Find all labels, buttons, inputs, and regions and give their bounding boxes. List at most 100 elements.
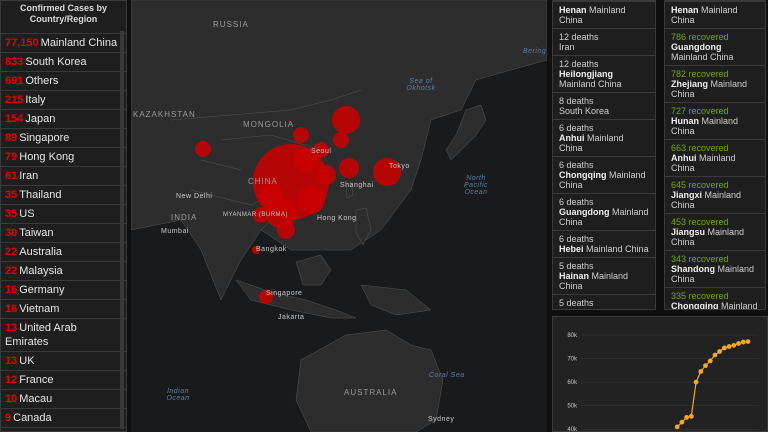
case-count: 22 (5, 265, 18, 277)
recovered-row[interactable]: 782 recovered Zhejiang Mainland China (665, 65, 765, 102)
province-name: Henan (671, 5, 699, 15)
recovered-row[interactable]: Henan Mainland China (665, 1, 765, 28)
label-seoul: Seoul (311, 148, 332, 155)
case-bubble (293, 127, 309, 143)
recovered-row[interactable]: 453 recovered Jiangsu Mainland China (665, 213, 765, 250)
label-bering: Bering (523, 48, 547, 55)
death-row[interactable]: 6 deaths Anhui Mainland China (553, 119, 655, 156)
death-location: Anhui Mainland China (559, 133, 649, 153)
death-row[interactable]: 5 deathsShandong Mainland China (553, 294, 655, 309)
country-row[interactable]: 22 Australia (1, 242, 126, 261)
data-point[interactable] (721, 345, 727, 351)
country-row[interactable]: 9 Canada (1, 408, 126, 427)
recovered-count: 645 recovered (671, 180, 729, 190)
recovered-row[interactable]: 645 recovered Jiangxi Mainland China (665, 176, 765, 213)
world-map[interactable]: RUSSIA MONGOLIA KAZAKHSTAN CHINA INDIA M… (131, 0, 547, 432)
country-row[interactable]: 13 UK (1, 351, 126, 370)
recovered-location: Henan Mainland China (671, 5, 759, 25)
province-name: Chongqing (671, 301, 719, 310)
country-name: Mainland China (40, 37, 118, 49)
recovered-count: 335 recovered (671, 291, 729, 301)
case-bubble (332, 106, 360, 134)
label-tokyo: Tokyo (389, 163, 410, 170)
death-count: 6 deaths (559, 197, 594, 207)
data-point[interactable] (698, 369, 704, 374)
data-point[interactable] (731, 342, 737, 348)
data-point[interactable] (679, 419, 685, 425)
death-location: Iran (559, 42, 649, 52)
country-row[interactable]: 22 Malaysia (1, 261, 126, 280)
country-row[interactable]: 215 Italy (1, 90, 126, 109)
country-row[interactable]: 3Philippines (1, 427, 126, 431)
recovered-row[interactable]: 727 recovered Hunan Mainland China (665, 102, 765, 139)
recovered-row[interactable]: 335 recoveredChongqing Mainland China (665, 287, 765, 310)
data-point[interactable] (684, 415, 690, 420)
label-bangkok: Bangkok (256, 246, 287, 253)
indonesia-landmass (235, 279, 357, 319)
case-count: 22 (5, 246, 18, 258)
death-count: 8 deaths (559, 96, 594, 106)
data-point[interactable] (674, 424, 680, 430)
recovered-row[interactable]: 786 recovered Guangdong Mainland China (665, 28, 765, 65)
death-row[interactable]: 6 deaths Chongqing Mainland China (553, 156, 655, 193)
case-count: 35 (5, 208, 18, 220)
case-count: 833 (5, 56, 24, 68)
death-location: Hainan Mainland China (559, 271, 649, 291)
province-name: Hainan (559, 271, 590, 281)
data-point[interactable] (712, 352, 718, 358)
country-row[interactable]: 691 Others (1, 71, 126, 90)
list-scrollbar[interactable] (120, 31, 124, 429)
country-row[interactable]: 30 Taiwan (1, 223, 126, 242)
recovered-row[interactable]: 663 recovered Anhui Mainland China (665, 139, 765, 176)
death-row[interactable]: 12 deaths Heilongjiang Mainland China (553, 55, 655, 92)
country-name: Iran (19, 170, 39, 182)
country-row[interactable]: 13 United Arab Emirates (1, 318, 126, 351)
country-row[interactable]: 16 Vietnam (1, 299, 126, 318)
country-row[interactable]: 16 Germany (1, 280, 126, 299)
label-russia: RUSSIA (213, 20, 249, 29)
country-row[interactable]: 12 France (1, 370, 126, 389)
recovered-count: 663 recovered (671, 143, 729, 153)
data-point[interactable] (745, 339, 751, 344)
country-name: Malaysia (19, 265, 63, 277)
death-location: South Korea (559, 106, 649, 116)
death-row[interactable]: 12 deaths Iran (553, 28, 655, 55)
y-tick-label: 40k (567, 427, 578, 432)
recovered-panel: Henan Mainland China 786 recovered Guangdo… (664, 0, 766, 310)
death-location: Henan Mainland China (559, 5, 649, 25)
data-point[interactable] (693, 379, 699, 385)
australia-landmass (295, 329, 444, 432)
country-row[interactable]: 10 Macau (1, 389, 126, 408)
data-point[interactable] (726, 344, 732, 349)
country-row[interactable]: 79 Hong Kong (1, 147, 126, 166)
death-row[interactable]: Henan Mainland China (553, 1, 655, 28)
province-name: Jiangsu (671, 227, 706, 237)
data-point[interactable] (688, 413, 694, 419)
label-sydney: Sydney (428, 416, 455, 423)
deaths-list: Henan Mainland China 12 deaths Iran 12 deat… (553, 1, 655, 309)
country-row[interactable]: 61 Iran (1, 166, 126, 185)
data-point[interactable] (703, 363, 708, 369)
data-point[interactable] (740, 339, 746, 345)
country-row[interactable]: 154 Japan (1, 109, 126, 128)
country-row[interactable]: 833 South Korea (1, 52, 126, 71)
death-row[interactable]: 8 deaths South Korea (553, 92, 655, 119)
data-point[interactable] (707, 358, 713, 364)
country-row[interactable]: 35 US (1, 204, 126, 223)
country-name: Taiwan (19, 227, 54, 239)
country-row[interactable]: 35 Thailand (1, 185, 126, 204)
death-row[interactable]: 6 deaths Guangdong Mainland China (553, 193, 655, 230)
data-point[interactable] (736, 341, 741, 346)
death-row[interactable]: 5 deaths Hainan Mainland China (553, 257, 655, 294)
country-row[interactable]: 77,150 Mainland China (1, 33, 126, 52)
death-row[interactable]: 6 deaths Hebei Mainland China (553, 230, 655, 257)
country-name: Germany (19, 284, 65, 296)
confirmed-cases-title: Confirmed Cases by Country/Region (19, 3, 108, 24)
data-point[interactable] (717, 349, 723, 354)
recovered-row[interactable]: 343 recovered Shandong Mainland China (665, 250, 765, 287)
recovered-location: Anhui Mainland China (671, 153, 759, 173)
label-mongolia: MONGOLIA (243, 120, 295, 129)
country-name: South Korea (559, 106, 610, 116)
country-row[interactable]: 89 Singapore (1, 128, 126, 147)
death-count: 6 deaths (559, 123, 594, 133)
